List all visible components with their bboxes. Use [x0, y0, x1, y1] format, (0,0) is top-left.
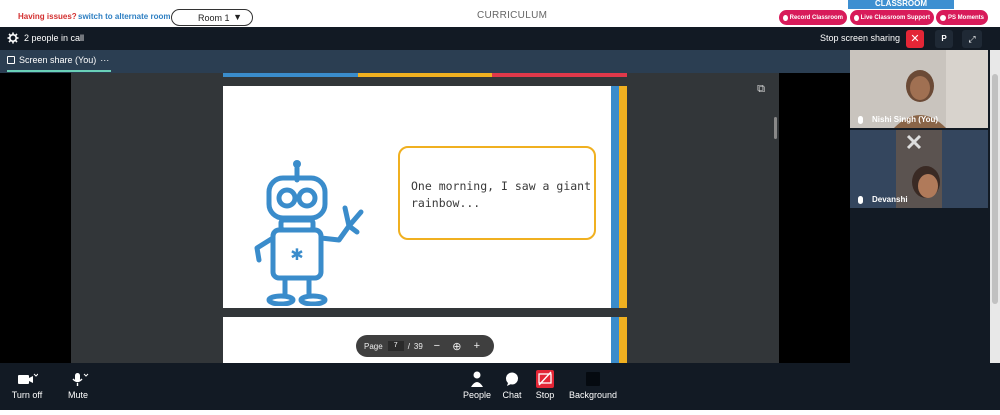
robot-illustration: ✱: [254, 160, 364, 306]
bottom-strip: [0, 410, 1000, 415]
gear-icon[interactable]: [7, 32, 19, 44]
stop-share-button[interactable]: Stop: [532, 370, 558, 400]
room-select-value: Room 1: [198, 12, 230, 23]
people-icon: [471, 371, 483, 387]
zoom-in-button[interactable]: +: [471, 340, 483, 352]
switch-room-link[interactable]: switch to alternate room: [78, 12, 170, 21]
page-scrollbar-thumb[interactable]: [992, 74, 998, 304]
screen-share-icon: [7, 56, 15, 64]
curriculum-title[interactable]: CURRICULUM: [477, 10, 547, 21]
slide-side-bar-yellow: [619, 86, 627, 308]
camera-icon: [18, 373, 38, 384]
pdf-viewer: ✱ One morning, I saw a giant rainbow... …: [71, 73, 779, 363]
mic-icon: [858, 195, 863, 204]
support-icon: [854, 14, 859, 21]
chat-button[interactable]: Chat: [500, 370, 524, 400]
background-button[interactable]: Background: [566, 370, 620, 400]
participant-tiles: Nishi Singh (You) Devanshi: [850, 50, 988, 363]
mute-label: Mute: [67, 390, 88, 400]
tab-screen-share-label: Screen share (You): [19, 55, 97, 65]
stop-sharing-label: Stop screen sharing: [820, 33, 901, 43]
participant-name: Nishi Singh (You): [858, 115, 938, 124]
slide-side-bar-blue-2: [611, 317, 619, 363]
call-frame: 2 people in call Stop screen sharing ✕ P…: [0, 27, 1000, 410]
background-label: Background: [568, 390, 618, 400]
slide-top-stripe: [223, 73, 628, 77]
microphone-icon: [72, 373, 89, 386]
share-tab-bar: Screen share (You) ···: [0, 50, 850, 73]
room-select[interactable]: Room 1 ▼: [171, 9, 253, 26]
live-support-label: Live Classroom Support: [860, 14, 930, 21]
stop-label: Stop: [535, 390, 555, 400]
zoom-out-button[interactable]: −: [431, 340, 443, 352]
record-classroom-label: Record Classroom: [789, 14, 843, 21]
page-navigator: Page 7 / 39 − ⊕ +: [356, 335, 494, 357]
live-support-button[interactable]: Live Classroom Support: [850, 10, 934, 25]
slide-page: ✱ One morning, I saw a giant rainbow...: [223, 86, 627, 308]
classroom-tab[interactable]: CLASSROOM: [848, 0, 954, 9]
total-pages: 39: [413, 341, 423, 351]
page-label: Page: [364, 341, 383, 351]
viewer-scrollbar[interactable]: [774, 117, 777, 139]
tab-screen-share[interactable]: Screen share (You) ···: [7, 55, 109, 65]
stop-share-icon: [536, 370, 554, 388]
page-scrollbar[interactable]: [990, 50, 1000, 363]
chevron-down-icon: ▼: [233, 12, 242, 22]
mute-button[interactable]: Mute: [58, 370, 98, 400]
participant-name-label: Devanshi: [872, 195, 908, 204]
open-external-icon[interactable]: ⧉: [753, 81, 769, 97]
chat-label: Chat: [502, 390, 522, 400]
camera-label: Turn off: [11, 390, 43, 400]
issues-label: Having issues?: [18, 12, 77, 21]
page-separator: /: [407, 341, 410, 351]
background-icon: [586, 372, 600, 386]
slide-side-bar-yellow-2: [619, 317, 627, 363]
slide-side-bar-blue: [611, 86, 619, 308]
speech-bubble: One morning, I saw a giant rainbow...: [398, 146, 596, 240]
active-tab-indicator: [7, 70, 111, 72]
mic-icon: [858, 115, 863, 124]
participant-tile[interactable]: Devanshi: [850, 130, 988, 208]
ps-moments-button[interactable]: PS Moments: [936, 10, 988, 25]
moments-icon: [940, 14, 946, 21]
call-header: 2 people in call: [0, 27, 850, 50]
page-number-input[interactable]: 7: [387, 341, 404, 351]
zoom-icon[interactable]: ⊕: [451, 340, 463, 353]
camera-button[interactable]: Turn off: [10, 370, 44, 400]
participant-tile[interactable]: Nishi Singh (You): [850, 50, 988, 128]
more-options-icon[interactable]: ···: [100, 55, 109, 65]
stop-sharing-button[interactable]: ✕: [906, 30, 924, 48]
call-controls: Turn off Mute People Chat Stop Backgroun…: [0, 363, 1000, 410]
chat-icon: [506, 372, 518, 386]
p-button[interactable]: P: [935, 30, 953, 48]
people-count: 2 people in call: [24, 33, 85, 43]
record-classroom-button[interactable]: Record Classroom: [779, 10, 847, 25]
people-label: People: [462, 390, 492, 400]
ps-moments-label: PS Moments: [947, 14, 984, 21]
expand-icon[interactable]: ⤢: [962, 30, 982, 48]
svg-text:✱: ✱: [290, 245, 303, 264]
people-button[interactable]: People: [461, 370, 493, 400]
participant-name: Devanshi: [858, 195, 908, 204]
participant-name-label: Nishi Singh (You): [872, 115, 939, 124]
bubble-text: One morning, I saw a giant rainbow...: [411, 179, 592, 210]
shared-screen: ✱ One morning, I saw a giant rainbow... …: [0, 73, 850, 363]
top-bar: Having issues? switch to alternate room …: [0, 0, 1000, 27]
record-icon: [783, 14, 788, 21]
